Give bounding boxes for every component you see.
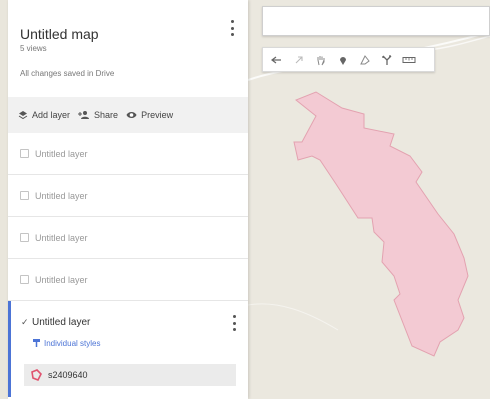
layer-label: Untitled layer	[35, 274, 88, 285]
draw-line-icon[interactable]	[354, 49, 376, 71]
add-person-icon	[78, 111, 90, 119]
eye-icon	[126, 112, 137, 118]
active-layer-label[interactable]: Untitled layer	[32, 317, 90, 328]
layer-checkbox[interactable]	[20, 149, 29, 158]
hand-icon[interactable]	[310, 49, 332, 71]
layer-checkbox[interactable]	[20, 191, 29, 200]
map-polygon[interactable]	[293, 91, 469, 357]
action-bar: Add layer Share Preview	[8, 97, 248, 133]
check-icon[interactable]: ✓	[21, 317, 29, 328]
preview-label: Preview	[141, 110, 174, 120]
redo-icon[interactable]	[288, 49, 310, 71]
layer-item[interactable]: Untitled layer	[8, 133, 248, 175]
feature-label: s2409640	[48, 370, 88, 380]
paint-roller-icon	[33, 339, 40, 347]
add-layer-icon	[18, 111, 28, 120]
layer-options-icon[interactable]	[230, 315, 238, 331]
layer-label: Untitled layer	[35, 232, 88, 243]
map-title[interactable]: Untitled map	[20, 26, 99, 42]
layer-checkbox[interactable]	[20, 233, 29, 242]
layer-item[interactable]: Untitled layer	[8, 217, 248, 259]
layer-checkbox[interactable]	[20, 275, 29, 284]
preview-button[interactable]: Preview	[126, 110, 173, 120]
layer-label: Untitled layer	[35, 190, 88, 201]
map-sidebar: Untitled map 5 views All changes saved i…	[8, 0, 248, 399]
add-layer-label: Add layer	[32, 110, 71, 120]
map-toolbar	[262, 47, 435, 72]
marker-icon[interactable]	[332, 49, 354, 71]
more-vert-icon[interactable]	[228, 20, 236, 36]
map-search-box[interactable]	[262, 6, 490, 36]
view-count: 5 views	[20, 44, 47, 53]
feature-item[interactable]: s2409640	[24, 364, 236, 386]
ruler-icon[interactable]	[398, 49, 420, 71]
polygon-icon	[31, 369, 42, 381]
share-label: Share	[94, 110, 119, 120]
layer-item[interactable]: Untitled layer	[8, 259, 248, 301]
add-layer-button[interactable]: Add layer	[18, 110, 70, 120]
layer-item[interactable]: Untitled layer	[8, 175, 248, 217]
layer-label: Untitled layer	[35, 148, 88, 159]
share-button[interactable]: Share	[78, 110, 118, 120]
individual-styles-label: Individual styles	[44, 338, 101, 348]
active-layer[interactable]: ✓ Untitled layer Individual styles s2409…	[8, 301, 248, 397]
route-icon[interactable]	[376, 49, 398, 71]
undo-icon[interactable]	[266, 49, 288, 71]
save-status: All changes saved in Drive	[20, 69, 115, 78]
map-header: Untitled map 5 views All changes saved i…	[8, 0, 248, 97]
individual-styles-link[interactable]: Individual styles	[32, 338, 100, 348]
